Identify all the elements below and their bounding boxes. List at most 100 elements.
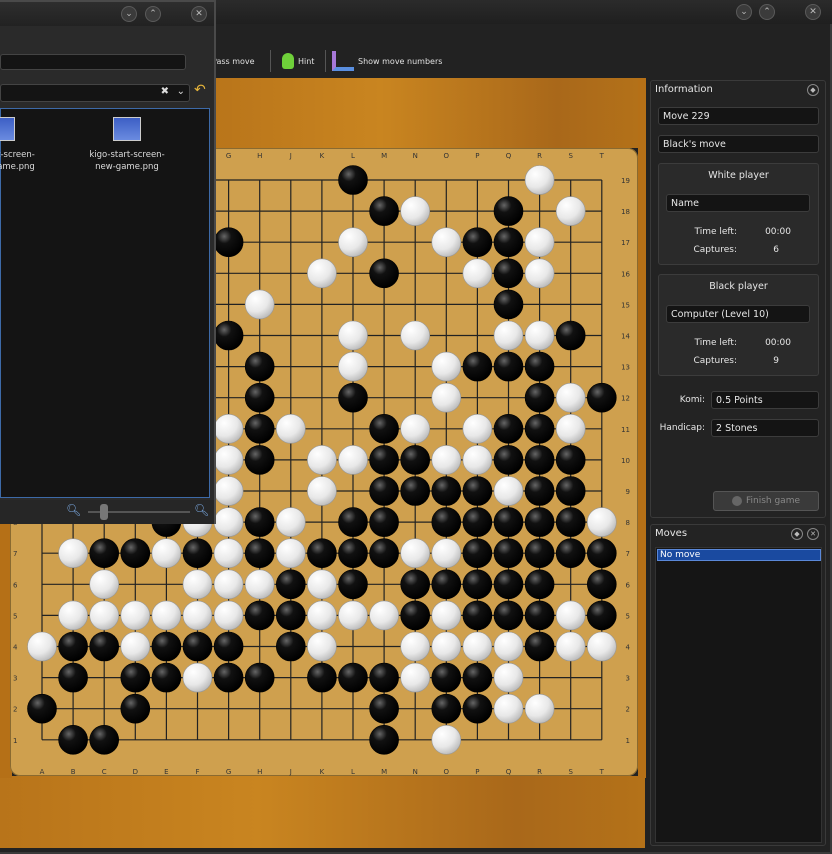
zoom-in-icon[interactable]: 🔍︎	[194, 503, 209, 517]
black-stone	[524, 351, 555, 382]
white-stone	[400, 320, 431, 351]
wood-background-top	[205, 78, 645, 148]
zoom-out-icon[interactable]: 🔍︎	[66, 503, 81, 517]
black-stone	[431, 569, 462, 600]
white-stone	[307, 631, 337, 662]
image-file-icon[interactable]	[113, 117, 141, 141]
hint-button[interactable]: Hint	[282, 50, 314, 72]
black-stone	[338, 538, 368, 569]
white-stone	[338, 600, 368, 631]
white-stone	[555, 382, 586, 413]
white-stone	[338, 320, 368, 351]
white-stone	[307, 258, 337, 289]
black-stone	[586, 569, 617, 600]
file-view[interactable]: t-screen-ame.png kigo-start-screen-new-g…	[0, 108, 210, 498]
clear-icon[interactable]: ✖	[161, 86, 169, 97]
chevron-down-icon[interactable]: ⌄	[177, 86, 185, 97]
moves-list[interactable]: No move	[655, 547, 822, 843]
black-stone	[244, 351, 275, 382]
white-stone	[400, 631, 431, 662]
black-stone	[275, 600, 306, 631]
white-player-name-field[interactable]: Name	[666, 194, 810, 212]
file-name[interactable]: t-screen-ame.png	[0, 149, 41, 173]
black-stone	[493, 351, 524, 382]
minimize-icon[interactable]: ⌄	[121, 6, 137, 22]
black-player-name-field[interactable]: Computer (Level 10)	[666, 305, 810, 323]
handicap-label: Handicap:	[659, 423, 705, 433]
moves-title: Moves	[655, 528, 688, 539]
path-field[interactable]	[0, 54, 186, 70]
column-label: M	[381, 768, 387, 776]
wood-background-bottom	[0, 776, 645, 848]
black-stone	[369, 196, 399, 226]
column-label: L	[351, 152, 355, 160]
list-item[interactable]: No move	[657, 549, 821, 561]
file-name[interactable]: kigo-start-screen-new-game.png	[77, 149, 177, 173]
finish-game-button[interactable]: Finish game	[713, 491, 819, 511]
black-stone	[244, 445, 275, 475]
close-icon[interactable]: ✕	[805, 4, 821, 20]
black-stone	[524, 445, 555, 475]
white-stone	[431, 382, 462, 413]
white-stone	[462, 631, 493, 662]
row-label: 1	[13, 737, 17, 745]
komi-label: Komi:	[679, 395, 705, 405]
black-player-group: Black player Computer (Level 10) Time le…	[658, 274, 819, 376]
black-stone	[120, 538, 151, 569]
column-label: C	[102, 768, 107, 776]
white-stone	[555, 196, 586, 226]
close-panel-icon[interactable]: ✕	[807, 528, 819, 540]
zoom-slider-handle[interactable]	[100, 504, 108, 520]
white-stone	[586, 631, 617, 662]
moves-panel: Moves ◆ ✕ No move	[650, 524, 826, 846]
float-panel-icon[interactable]: ◆	[807, 84, 819, 96]
black-stone	[244, 600, 275, 631]
minimize-icon[interactable]: ⌄	[736, 4, 752, 20]
filter-combo[interactable]: ✖ ⌄	[0, 84, 190, 102]
column-label: E	[164, 768, 168, 776]
information-title: Information	[655, 84, 713, 95]
column-label: G	[226, 152, 231, 160]
float-panel-icon[interactable]: ◆	[791, 528, 803, 540]
maximize-icon[interactable]: ⌃	[759, 4, 775, 20]
white-stone	[151, 600, 182, 631]
komi-field[interactable]: 0.5 Points	[711, 391, 819, 409]
handicap-field[interactable]: 2 Stones	[711, 419, 819, 437]
black-stone	[493, 196, 524, 226]
white-stone	[89, 569, 119, 600]
toolbar-separator	[270, 50, 271, 72]
row-label: 3	[626, 675, 630, 683]
white-stone	[275, 507, 306, 537]
row-label: 14	[621, 333, 630, 341]
black-stone	[493, 413, 524, 444]
row-label: 6	[13, 581, 18, 589]
white-stone	[213, 445, 244, 475]
show-move-numbers-button[interactable]: Show move numbers	[332, 50, 442, 72]
black-stone	[213, 662, 244, 693]
black-stone	[338, 507, 368, 537]
column-label: K	[320, 768, 325, 776]
black-stone	[369, 662, 399, 693]
undo-icon[interactable]: ↶	[194, 82, 206, 98]
image-file-icon[interactable]	[0, 117, 15, 141]
white-stone	[182, 662, 213, 693]
black-stone	[213, 320, 244, 351]
black-stone	[555, 507, 586, 537]
row-label: 6	[626, 581, 631, 589]
black-stone	[462, 662, 493, 693]
column-label: S	[568, 768, 573, 776]
column-label: M	[381, 152, 387, 160]
black-stone	[555, 538, 586, 569]
maximize-icon[interactable]: ⌃	[145, 6, 161, 22]
black-stone	[462, 538, 493, 569]
black-stone	[493, 507, 524, 537]
lightbulb-icon	[282, 53, 294, 69]
black-stone	[524, 569, 555, 600]
white-stone	[213, 413, 244, 444]
black-stone	[244, 507, 275, 537]
black-stone	[369, 413, 399, 444]
close-icon[interactable]: ✕	[191, 6, 207, 22]
row-label: 18	[621, 208, 630, 216]
white-stone	[400, 538, 431, 569]
hint-label: Hint	[298, 56, 315, 66]
